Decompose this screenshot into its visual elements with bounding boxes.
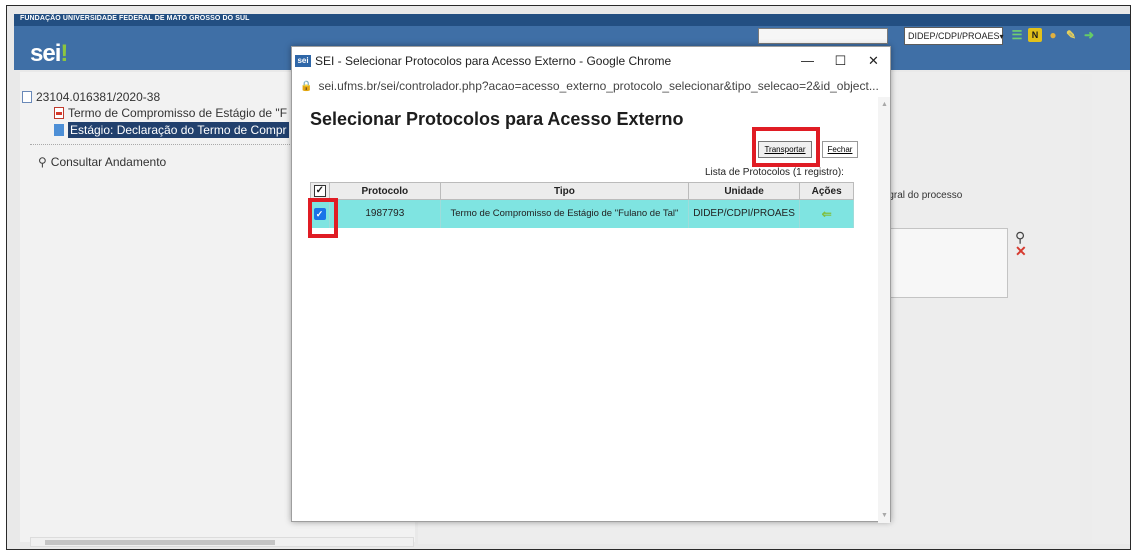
- process-number: 23104.016381/2020-38: [36, 90, 161, 104]
- column-header: Unidade: [687, 182, 801, 200]
- chevron-down-icon: ▾: [999, 31, 1004, 41]
- select-all-header[interactable]: ✓: [310, 182, 330, 200]
- consult-andamento-link[interactable]: ⚲ Consultar Andamento: [38, 155, 166, 169]
- maximize-icon[interactable]: ☐: [824, 47, 857, 75]
- doc2-label: Estágio: Declaração do Termo de Compr: [68, 122, 289, 138]
- protocolo-cell: 1987793: [329, 199, 442, 228]
- scroll-thumb[interactable]: [45, 540, 275, 545]
- acoes-cell: ⇐: [799, 199, 854, 228]
- scroll-up-icon[interactable]: ▲: [881, 101, 888, 108]
- minimize-icon[interactable]: —: [791, 47, 824, 75]
- highlight-box-transport: [752, 127, 820, 167]
- process-icon: [22, 91, 32, 103]
- magnifier-icon: ⚲: [38, 155, 47, 169]
- chrome-popup-window: sei SEI - Selecionar Protocolos para Ace…: [291, 46, 891, 523]
- table-caption: Lista de Protocolos (1 registro):: [705, 167, 844, 178]
- main-vertical-scrollbar[interactable]: [1080, 74, 1092, 544]
- column-header: Protocolo: [328, 182, 442, 200]
- highlight-box-checkbox: [308, 198, 338, 238]
- column-header: Ações: [799, 182, 854, 200]
- popup-titlebar[interactable]: sei SEI - Selecionar Protocolos para Ace…: [292, 47, 890, 75]
- notes-icon[interactable]: N: [1028, 28, 1042, 42]
- search-input[interactable]: [758, 28, 888, 44]
- list-icon[interactable]: ☰: [1010, 28, 1024, 42]
- tipo-cell: Termo de Compromisso de Estágio de "Fula…: [440, 199, 689, 228]
- pdf-icon: [54, 107, 64, 119]
- lock-icon: 🔒: [300, 80, 313, 92]
- tree-item-process[interactable]: 23104.016381/2020-38: [22, 90, 160, 104]
- address-bar[interactable]: 🔒 sei.ufms.br/sei/controlador.php?acao=a…: [292, 75, 890, 97]
- integral-process-label: tegral do processo: [880, 190, 963, 201]
- exit-icon[interactable]: ➜: [1082, 28, 1096, 42]
- protocols-table: ✓ Protocolo Tipo Unidade Ações ✓ 1987793…: [310, 182, 854, 228]
- sei-logo[interactable]: sei!: [30, 40, 68, 68]
- close-button[interactable]: Fechar: [822, 141, 858, 158]
- tree-item-doc2[interactable]: Estágio: Declaração do Termo de Compr: [54, 122, 289, 138]
- consult-label: Consultar Andamento: [50, 155, 167, 169]
- page-title: Selecionar Protocolos para Acesso Extern…: [310, 109, 684, 129]
- table-row[interactable]: ✓ 1987793 Termo de Compromisso de Estági…: [310, 199, 854, 228]
- unit-select[interactable]: DIDEP/CDPI/PROAES ▾: [904, 27, 1004, 45]
- document-icon: [54, 124, 64, 136]
- select-all-checkbox[interactable]: ✓: [313, 185, 326, 197]
- tree-item-doc1[interactable]: Termo de Compromisso de Estágio de "F: [54, 106, 287, 120]
- tree-horizontal-scrollbar[interactable]: [30, 537, 414, 547]
- org-strip: FUNDAÇÃO UNIVERSIDADE FEDERAL DE MATO GR…: [14, 14, 1130, 26]
- popup-scrollbar[interactable]: ▲ ▼: [878, 97, 890, 523]
- scroll-down-icon[interactable]: ▼: [881, 512, 888, 519]
- top-icon-bar: ☰ N ● ✎ ➜: [1010, 28, 1096, 42]
- tools-icon[interactable]: ✎: [1064, 28, 1078, 42]
- user-icon[interactable]: ●: [1046, 28, 1060, 42]
- logo-text: sei: [30, 40, 61, 67]
- email-actions: ⚲ ✕: [1015, 230, 1027, 258]
- doc1-label: Termo de Compromisso de Estágio de "F: [68, 106, 288, 120]
- org-name: FUNDAÇÃO UNIVERSIDADE FEDERAL DE MATO GR…: [20, 15, 250, 22]
- close-icon[interactable]: ✕: [857, 47, 890, 75]
- transport-arrow-icon[interactable]: ⇐: [822, 207, 832, 221]
- search-icon[interactable]: ⚲: [1015, 230, 1027, 244]
- window-controls: — ☐ ✕: [791, 47, 890, 75]
- column-header: Tipo: [440, 182, 689, 200]
- unidade-cell: DIDEP/CDPI/PROAES: [688, 199, 801, 228]
- logo-dot: !: [60, 40, 68, 67]
- url-text: sei.ufms.br/sei/controlador.php?acao=ace…: [318, 79, 879, 93]
- remove-icon[interactable]: ✕: [1015, 244, 1027, 258]
- sei-favicon-icon: sei: [295, 55, 311, 67]
- window-title: SEI - Selecionar Protocolos para Acesso …: [315, 54, 672, 68]
- unit-select-value: DIDEP/CDPI/PROAES: [908, 31, 1000, 41]
